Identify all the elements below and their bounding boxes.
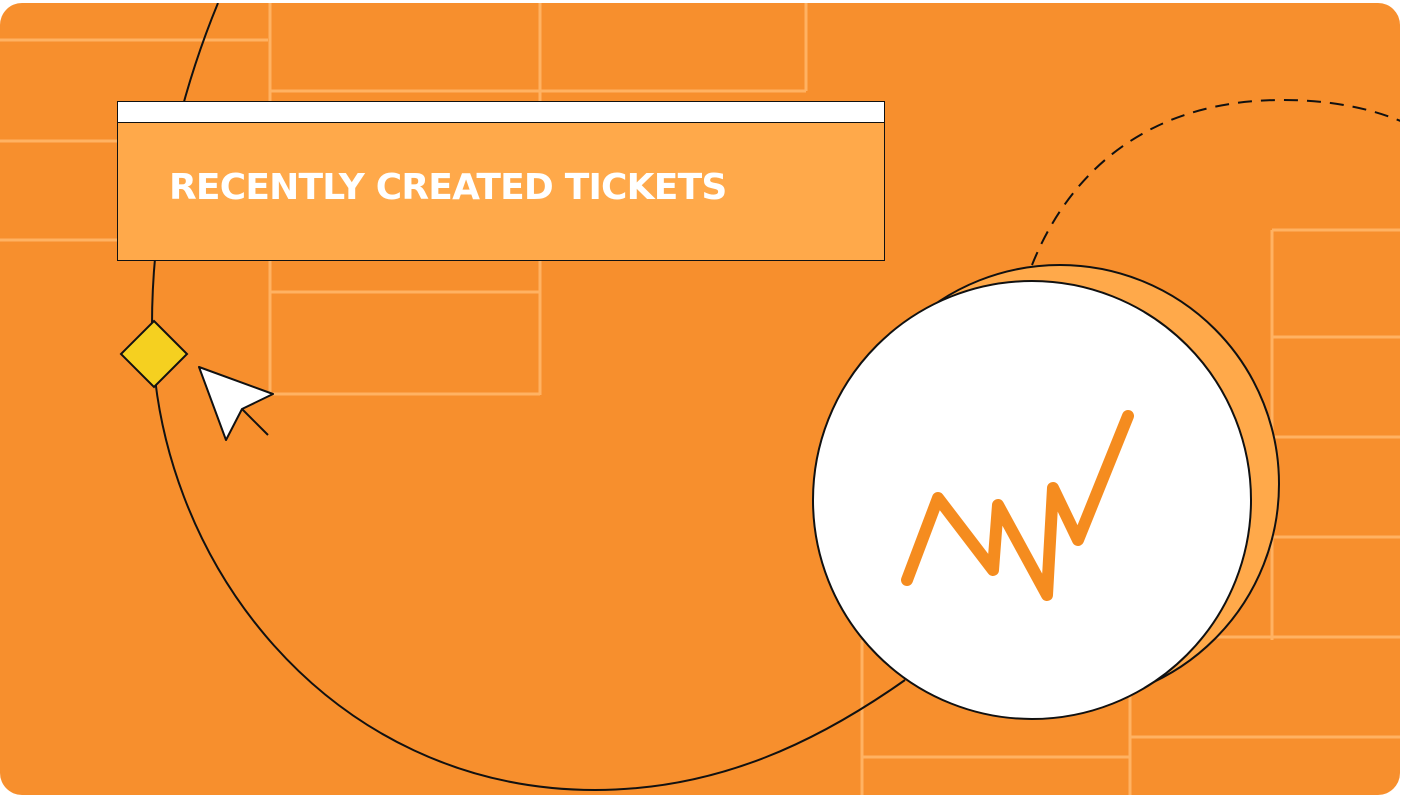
activity-badge xyxy=(812,280,1252,720)
illustration-canvas: RECENTLY CREATED TICKETS xyxy=(0,0,1403,798)
title-card: RECENTLY CREATED TICKETS xyxy=(117,101,885,261)
title-card-bar xyxy=(118,102,884,123)
title-card-text: RECENTLY CREATED TICKETS xyxy=(169,167,727,208)
